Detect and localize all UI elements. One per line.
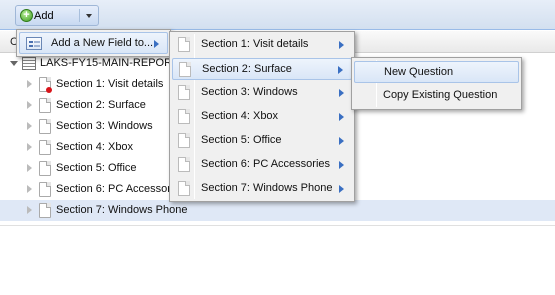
document-icon [178,157,190,172]
list-icon [22,57,36,70]
submenu-arrow-icon [339,185,344,193]
submenu-item-section-6[interactable]: Section 6: PC Accessories [172,154,352,176]
expand-icon[interactable] [27,206,32,214]
tree-row-label: Section 2: Surface [56,99,146,111]
toolbar: + Add [0,0,555,30]
submenu-arrow-icon [339,89,344,97]
document-icon [178,181,190,196]
menu-item-label: Section 5: Office [201,134,282,146]
menu-item-label: Section 1: Visit details [201,38,309,50]
tree-root-label: LAKS-FY15-MAIN-REPOR [40,57,173,69]
plus-circle-icon: + [20,9,33,22]
menu-item-label: New Question [384,66,454,78]
submenu-arrow-icon [339,137,344,145]
tree-row-label: Section 3: Windows [56,120,153,132]
document-icon [178,133,190,148]
submenu-item-section-5[interactable]: Section 5: Office [172,130,352,152]
menu-item-label: Copy Existing Question [383,89,498,101]
expand-icon[interactable] [27,164,32,172]
split-divider [79,9,80,22]
document-icon [39,140,51,155]
menu-item-copy-existing-question[interactable]: Copy Existing Question [354,85,519,107]
menu-item-add-new-field[interactable]: Add a New Field to... [19,32,168,54]
menu-item-label: Section 7: Windows Phone [201,182,333,194]
form-field-icon [26,37,42,50]
menu-item-label: Section 3: Windows [201,86,298,98]
tree-row-label: Section 4: Xbox [56,141,134,153]
submenu-arrow-icon [339,161,344,169]
document-icon [39,203,51,218]
tree-row-label: Section 5: Office [56,162,137,174]
document-icon [178,85,190,100]
submenu-item-section-7[interactable]: Section 7: Windows Phone [172,178,352,200]
document-icon [178,109,190,124]
alert-dot-icon [46,87,52,93]
menu-item-label: Add a New Field to... [51,37,154,49]
document-icon [39,119,51,134]
section-submenu: Section 1: Visit details Section 2: Surf… [169,31,355,202]
submenu-arrow-icon [338,66,343,74]
collapse-icon[interactable] [10,61,18,66]
question-submenu: New Question Copy Existing Question [351,57,522,110]
submenu-item-section-3[interactable]: Section 3: Windows [172,82,352,104]
document-icon [39,161,51,176]
document-icon [179,62,191,77]
document-icon [39,98,51,113]
expand-icon[interactable] [27,101,32,109]
submenu-arrow-icon [339,41,344,49]
tree-row-label: Section 1: Visit details [56,78,164,90]
grid-divider [0,225,555,226]
submenu-item-section-1[interactable]: Section 1: Visit details [172,34,352,56]
tree-row-label: Section 6: PC Accessor [56,183,171,195]
menu-item-label: Section 4: Xbox [201,110,279,122]
submenu-item-section-2[interactable]: Section 2: Surface [172,58,352,80]
add-button-label: Add [34,9,54,22]
menu-item-new-question[interactable]: New Question [354,61,519,83]
expand-icon[interactable] [27,143,32,151]
submenu-arrow-icon [154,40,159,48]
chevron-down-icon[interactable] [86,14,92,18]
expand-icon[interactable] [27,122,32,130]
tree-row-section-7[interactable]: Section 7: Windows Phone [0,200,555,221]
expand-icon[interactable] [27,80,32,88]
submenu-item-section-4[interactable]: Section 4: Xbox [172,106,352,128]
document-icon [178,37,190,52]
add-button[interactable]: + Add [15,5,99,26]
document-icon [39,182,51,197]
submenu-arrow-icon [339,113,344,121]
expand-icon[interactable] [27,185,32,193]
menu-item-label: Section 6: PC Accessories [201,158,331,170]
add-menu: Add a New Field to... [16,29,171,57]
menu-item-label: Section 2: Surface [202,63,292,75]
tree-row-label: Section 7: Windows Phone [56,204,188,216]
